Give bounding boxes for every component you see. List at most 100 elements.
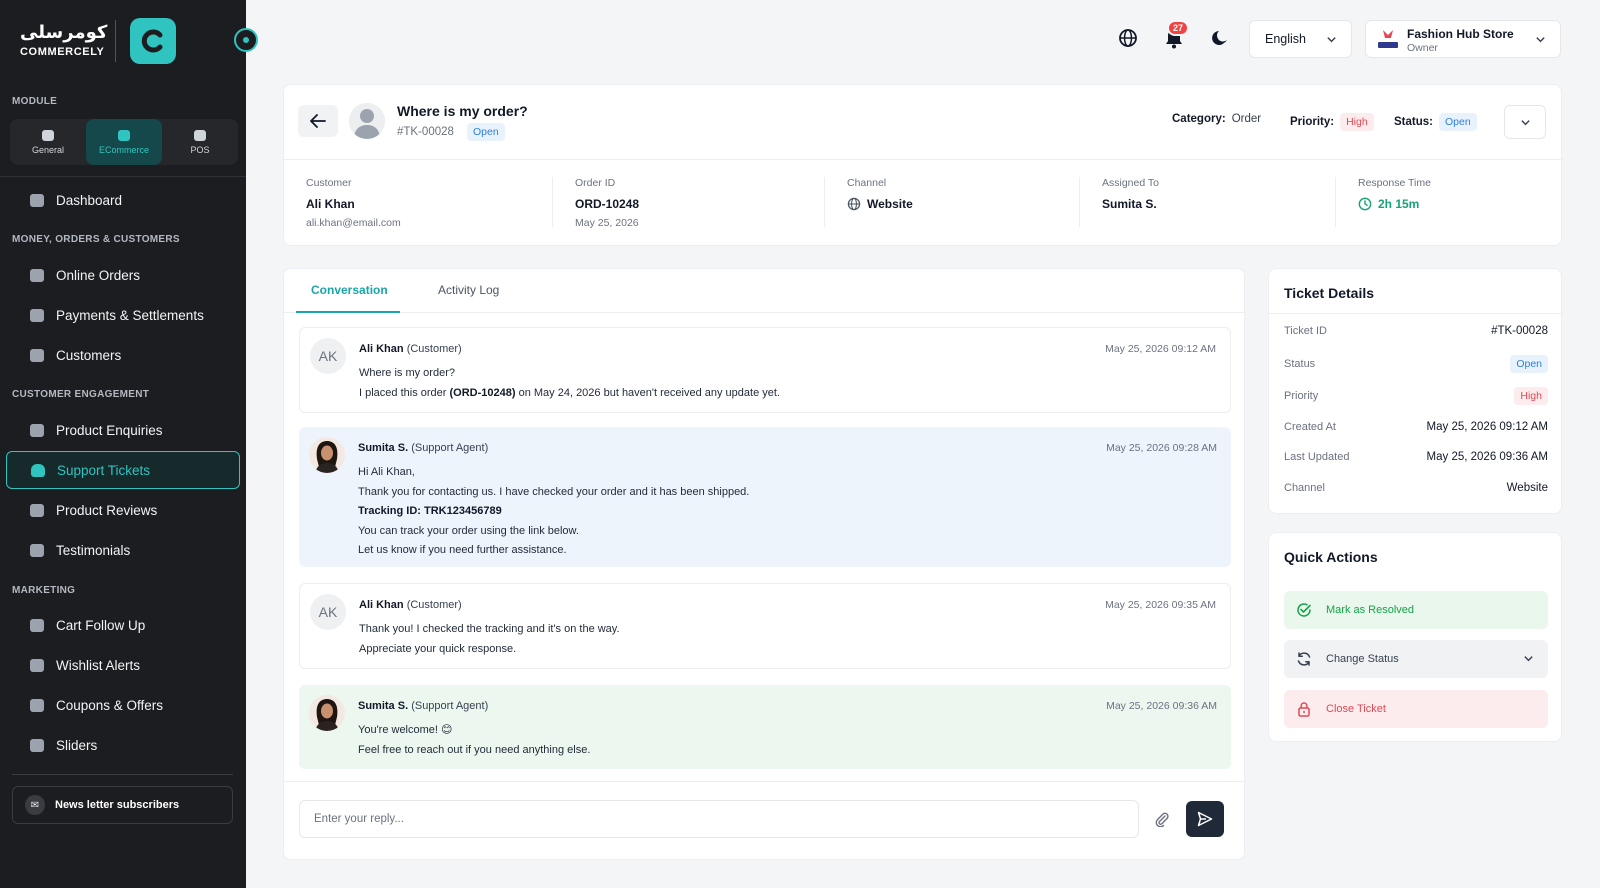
globe-icon[interactable]: [1116, 26, 1140, 50]
store-name: Fashion Hub Store: [1407, 27, 1514, 41]
module-tab-ecommerce[interactable]: ECommerce: [86, 119, 162, 165]
attach-button[interactable]: [1149, 806, 1175, 832]
tab-conversation[interactable]: Conversation: [311, 283, 388, 297]
newsletter-subscribers-button[interactable]: ✉ News letter subscribers: [12, 786, 233, 824]
quick-actions-card: Quick Actions Mark as Resolved Change St…: [1268, 532, 1562, 742]
customer-avatar: [349, 103, 385, 139]
header-divider: [284, 159, 1563, 160]
sidebar-item-testimonials[interactable]: Testimonials: [6, 531, 240, 569]
card-title: Quick Actions: [1284, 549, 1378, 565]
header-more-dropdown[interactable]: [1504, 105, 1546, 139]
mark-resolved-button[interactable]: Mark as Resolved: [1284, 591, 1548, 629]
module-tab-pos[interactable]: POS: [162, 119, 238, 165]
message-line: Feel free to reach out if you need anyth…: [358, 743, 591, 756]
arrow-left-icon: [310, 114, 326, 128]
priority-label: Priority:: [1290, 116, 1335, 128]
author-role: (Support Agent): [411, 442, 489, 454]
sidebar-item-payments[interactable]: Payments & Settlements: [6, 296, 240, 334]
sidebar-item-support-tickets[interactable]: Support Tickets: [6, 451, 240, 489]
category-label: Category:: [1172, 113, 1226, 125]
order-id-link[interactable]: ORD-10248: [575, 197, 639, 211]
refresh-icon: [1296, 651, 1312, 667]
change-status-dropdown[interactable]: Change Status: [1284, 640, 1548, 678]
sidebar-divider: [12, 774, 233, 775]
sidebar-item-online-orders[interactable]: Online Orders: [6, 256, 240, 294]
slider-icon: [30, 738, 44, 752]
info-assigned: Assigned To Sumita S.: [1102, 177, 1159, 211]
sidebar-item-label: Cart Follow Up: [56, 617, 146, 633]
info-customer: Customer Ali Khan ali.khan@email.com: [306, 177, 401, 229]
detail-label: Ticket ID: [1284, 325, 1327, 337]
assigned-agent: Sumita S.: [1102, 197, 1157, 211]
message-timestamp: May 25, 2026 09:28 AM: [1106, 442, 1217, 454]
detail-label: Created At: [1284, 421, 1336, 433]
wallet-icon: [30, 308, 44, 322]
message-line: You're welcome! 😊: [358, 724, 453, 736]
brand[interactable]: كومرسلى COMMERCELY: [18, 18, 178, 64]
agent-avatar-icon: [309, 695, 345, 731]
author-name: Sumita S.: [358, 442, 409, 454]
detail-value: May 25, 2026 09:36 AM: [1426, 451, 1548, 463]
back-button[interactable]: [298, 105, 338, 137]
moon-icon[interactable]: [1208, 26, 1232, 50]
detail-value: Website: [1506, 482, 1548, 494]
ticket-icon: [30, 698, 44, 712]
sidebar-item-customers[interactable]: Customers: [6, 336, 240, 374]
category-value: Order: [1231, 113, 1262, 125]
collapse-dot-icon: [243, 37, 249, 43]
bag-icon: [30, 268, 44, 282]
ticket-category: Category: Order: [1172, 113, 1261, 125]
reply-input[interactable]: [299, 800, 1139, 838]
chevron-down-icon: [1520, 119, 1530, 125]
sidebar-item-product-enquiries[interactable]: Product Enquiries: [6, 411, 240, 449]
message-line: Thank you for contacting us. I have chec…: [358, 485, 750, 498]
avatar: AK: [310, 338, 346, 374]
heart-icon: [30, 658, 44, 672]
sidebar-item-coupons[interactable]: Coupons & Offers: [6, 686, 240, 724]
sidebar-item-label: Sliders: [56, 737, 98, 753]
detail-label: Status: [1284, 358, 1316, 370]
cart-icon: [30, 618, 44, 632]
module-tab-label: ECommerce: [98, 144, 149, 155]
message-line: You can track your order using the link …: [358, 524, 579, 537]
message-timestamp: May 25, 2026 09:12 AM: [1105, 343, 1216, 355]
sidebar: كومرسلى COMMERCELY MODULE General EComme…: [0, 0, 246, 888]
tab-activity-log[interactable]: Activity Log: [438, 283, 499, 297]
general-icon: [42, 129, 54, 141]
info-separator: [824, 177, 825, 227]
sidebar-item-product-reviews[interactable]: Product Reviews: [6, 491, 240, 529]
send-button[interactable]: [1186, 801, 1224, 837]
sidebar-item-cart-follow-up[interactable]: Cart Follow Up: [6, 606, 240, 644]
message-item: Sumita S. (Support Agent) May 25, 2026 0…: [299, 685, 1231, 769]
store-switcher[interactable]: Fashion Hub Store Owner: [1365, 20, 1561, 58]
user-icon: [30, 348, 44, 362]
message-item: AK Ali Khan (Customer) May 25, 2026 09:1…: [299, 327, 1231, 413]
info-label: Channel: [847, 177, 887, 189]
star-icon: [30, 503, 44, 517]
language-select[interactable]: English: [1249, 20, 1352, 58]
info-label: Customer: [306, 177, 352, 189]
message-line: Let us know if you need further assistan…: [358, 544, 567, 556]
chevron-down-icon: [1524, 656, 1533, 662]
section-label-engagement: CUSTOMER ENGAGEMENT: [12, 389, 150, 400]
headset-icon: [31, 463, 45, 477]
module-tab-general[interactable]: General: [10, 119, 86, 165]
message-item: AK Ali Khan (Customer) May 25, 2026 09:3…: [299, 583, 1231, 669]
sidebar-item-wishlist-alerts[interactable]: Wishlist Alerts: [6, 646, 240, 684]
detail-label: Last Updated: [1284, 451, 1350, 463]
mail-icon: ✉: [25, 795, 45, 815]
action-label: Close Ticket: [1326, 703, 1386, 715]
chevron-down-icon: [1536, 37, 1545, 43]
message-line: Hi Ali Khan,: [358, 466, 415, 478]
sidebar-item-label: Testimonials: [56, 542, 131, 558]
thumbs-up-icon: [30, 543, 44, 557]
newsletter-label: News letter subscribers: [55, 799, 180, 811]
module-tabs: General ECommerce POS: [10, 119, 238, 165]
sidebar-item-dashboard[interactable]: Dashboard: [6, 181, 240, 219]
info-channel: Channel Website: [847, 177, 913, 211]
sidebar-item-label: Wishlist Alerts: [56, 657, 141, 673]
avatar: [309, 437, 345, 473]
sidebar-item-sliders[interactable]: Sliders: [6, 726, 240, 764]
sidebar-collapse-button[interactable]: [234, 28, 258, 52]
close-ticket-button[interactable]: Close Ticket: [1284, 690, 1548, 728]
